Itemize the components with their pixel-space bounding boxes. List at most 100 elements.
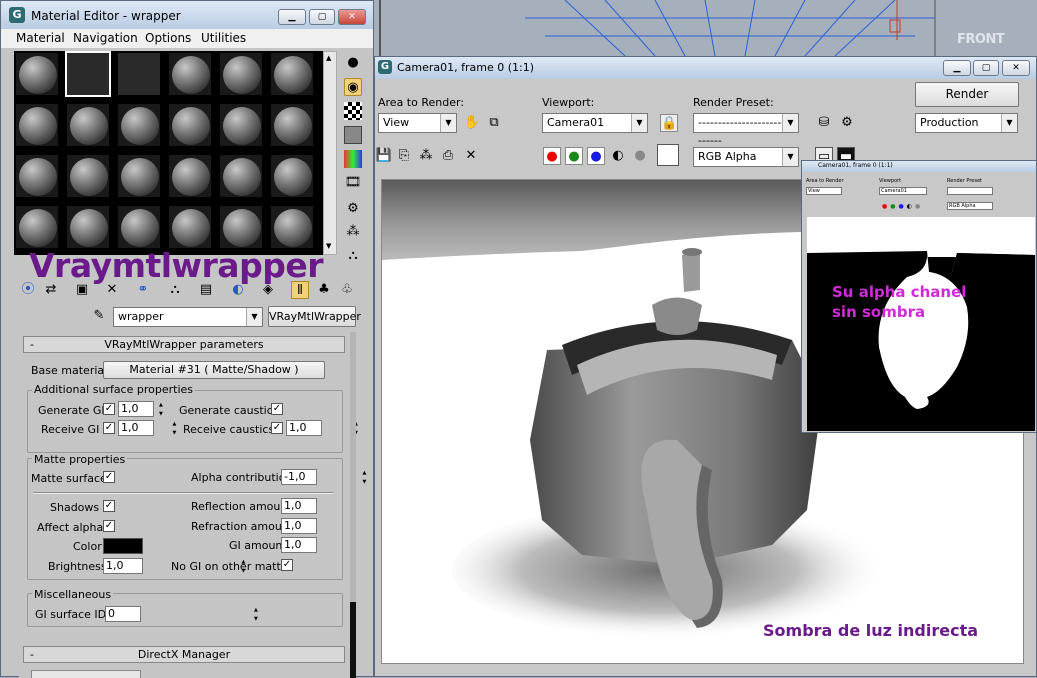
save-image-icon[interactable]: 💾	[375, 147, 393, 165]
clone-window-icon[interactable]: ⁂	[417, 147, 435, 165]
sample-slot[interactable]	[218, 204, 264, 250]
generate-caustics-checkbox[interactable]: ✓	[271, 403, 283, 415]
menu-material[interactable]: Material	[16, 31, 65, 45]
close-button[interactable]: ✕	[1002, 60, 1030, 76]
environment-icon[interactable]: ⚙	[838, 114, 856, 132]
material-effects-icon[interactable]: ▤	[197, 281, 215, 299]
monochrome-icon[interactable]: ●	[631, 147, 649, 165]
menu-utilities[interactable]: Utilities	[201, 31, 246, 45]
maximize-button[interactable]: ▢	[309, 9, 335, 25]
rollout-params[interactable]: - VRayMtlWrapper parameters	[23, 336, 345, 353]
sample-slot[interactable]	[14, 204, 60, 250]
render-preset-dropdown[interactable]: ------------------------------- ▼	[693, 113, 799, 147]
alpha-canvas[interactable]: Su alpha chanel sin sombra	[807, 217, 1035, 431]
minimize-button[interactable]: ▁	[943, 60, 971, 76]
maximize-button[interactable]: ▢	[973, 60, 999, 76]
sample-slot[interactable]	[14, 102, 60, 148]
sample-slot[interactable]	[218, 153, 264, 199]
get-material-icon[interactable]: ⦿	[19, 281, 37, 299]
auto-region-icon[interactable]: ⧉	[485, 114, 503, 132]
receive-caustics-value[interactable]: 1,0	[286, 420, 322, 436]
green-channel-icon[interactable]: ●	[565, 147, 583, 165]
sample-slot[interactable]	[269, 102, 315, 148]
red-channel-icon[interactable]: ●	[543, 147, 561, 165]
render-setup-icon[interactable]: ⛁	[815, 114, 833, 132]
reflection-amount-value[interactable]: 1,0	[281, 498, 317, 514]
material-editor-titlebar[interactable]: G Material Editor - wrapper ▁ ▢ ✕	[1, 1, 373, 29]
sample-slot-active[interactable]	[65, 51, 111, 97]
edit-region-icon[interactable]: ✋	[463, 114, 481, 132]
background-viewport[interactable]: FRONT	[375, 0, 1037, 56]
alpha-contribution-spinner[interactable]	[362, 469, 372, 486]
video-color-check-icon[interactable]	[344, 150, 362, 168]
sample-slot[interactable]	[14, 153, 60, 199]
sample-slot[interactable]	[116, 102, 162, 148]
viewport-dropdown[interactable]: Camera01 ▼	[542, 113, 648, 133]
sample-slot[interactable]	[167, 102, 213, 148]
lock-viewport-icon[interactable]: 🔒	[660, 114, 678, 132]
pick-from-object-icon[interactable]: ♧	[338, 281, 356, 299]
put-to-scene-icon[interactable]: ⇄	[42, 281, 60, 299]
eyedropper-icon[interactable]: ✎	[90, 307, 108, 325]
receive-gi-value[interactable]: 1,0	[118, 420, 154, 436]
uv-tiling-icon[interactable]	[344, 126, 362, 144]
affect-alpha-checkbox[interactable]: ✓	[103, 520, 115, 532]
show-map-icon[interactable]: ◐	[229, 281, 247, 299]
sample-slot[interactable]	[269, 153, 315, 199]
receive-caustics-checkbox[interactable]: ✓	[271, 422, 283, 434]
blue-channel-icon[interactable]: ●	[587, 147, 605, 165]
print-image-icon[interactable]: ⎙	[439, 147, 457, 165]
alpha-channel-icon[interactable]: ◐	[609, 147, 627, 165]
sample-slot[interactable]	[116, 51, 162, 97]
gi-amount-value[interactable]: 1,0	[281, 537, 317, 553]
options-icon[interactable]: ⚙	[344, 200, 362, 218]
refraction-amount-value[interactable]: 1,0	[281, 518, 317, 534]
material-navigator-icon[interactable]: ⛬	[344, 247, 362, 265]
sample-slot[interactable]	[269, 204, 315, 250]
close-button[interactable]: ✕	[338, 9, 366, 25]
sample-slot[interactable]	[65, 204, 111, 250]
color-swatch[interactable]	[657, 144, 679, 166]
generate-gi-checkbox[interactable]: ✓	[103, 403, 115, 415]
generate-gi-value[interactable]: 1,0	[118, 401, 154, 417]
sample-slot[interactable]	[167, 204, 213, 250]
alpha-titlebar[interactable]: Camera01, frame 0 (1:1)	[802, 161, 1036, 172]
receive-gi-checkbox[interactable]: ✓	[103, 422, 115, 434]
color-swatch[interactable]	[103, 538, 143, 554]
sample-slot[interactable]	[65, 102, 111, 148]
shadows-checkbox[interactable]: ✓	[103, 500, 115, 512]
go-forward-sibling-icon[interactable]: ♣	[315, 281, 333, 299]
go-to-parent-icon[interactable]: ⫴	[291, 281, 309, 299]
sample-type-icon[interactable]: ●	[344, 54, 362, 72]
area-to-render-dropdown[interactable]: View ▼	[378, 113, 457, 133]
brightness-value[interactable]: 1,0	[103, 558, 143, 574]
material-name-field[interactable]: wrapper ▼	[113, 307, 263, 327]
rollout-directx[interactable]: - DirectX Manager	[23, 646, 345, 663]
copy-image-icon[interactable]: ⎘	[395, 147, 413, 165]
no-gi-other-mattes-checkbox[interactable]: ✓	[281, 559, 293, 571]
production-dropdown[interactable]: Production ▼	[915, 113, 1018, 133]
minimize-button[interactable]: ▁	[278, 9, 306, 25]
backlight-icon[interactable]: ◉	[344, 78, 362, 96]
assign-to-selection-icon[interactable]: ▣	[73, 281, 91, 299]
alpha-preset-dropdown[interactable]	[947, 187, 993, 195]
sample-slot[interactable]	[116, 153, 162, 199]
alpha-channel-dropdown[interactable]: RGB Alpha	[947, 202, 993, 210]
alpha-viewport-dropdown[interactable]: Camera01	[879, 187, 927, 195]
make-preview-icon[interactable]: 🎞	[344, 174, 362, 192]
sample-slot[interactable]	[116, 204, 162, 250]
slots-scrollbar[interactable]: ▲ ▼	[323, 51, 337, 255]
menu-options[interactable]: Options	[145, 31, 191, 45]
gi-surface-id-value[interactable]: 0	[105, 606, 141, 622]
reset-map-icon[interactable]: ✕	[103, 281, 121, 299]
matte-surface-checkbox[interactable]: ✓	[103, 471, 115, 483]
alpha-area-dropdown[interactable]: View	[806, 187, 842, 195]
put-to-library-icon[interactable]: ⛬	[166, 281, 184, 299]
render-titlebar[interactable]: G Camera01, frame 0 (1:1) ▁ ▢ ✕	[375, 57, 1036, 79]
material-type-button[interactable]: VRayMtlWrapper	[268, 306, 361, 327]
gi-surface-id-spinner[interactable]	[253, 606, 263, 623]
render-button[interactable]: Render	[915, 82, 1019, 107]
sample-slot[interactable]	[14, 51, 60, 97]
show-end-result-icon[interactable]: ◈	[259, 281, 277, 299]
menu-navigation[interactable]: Navigation	[73, 31, 138, 45]
